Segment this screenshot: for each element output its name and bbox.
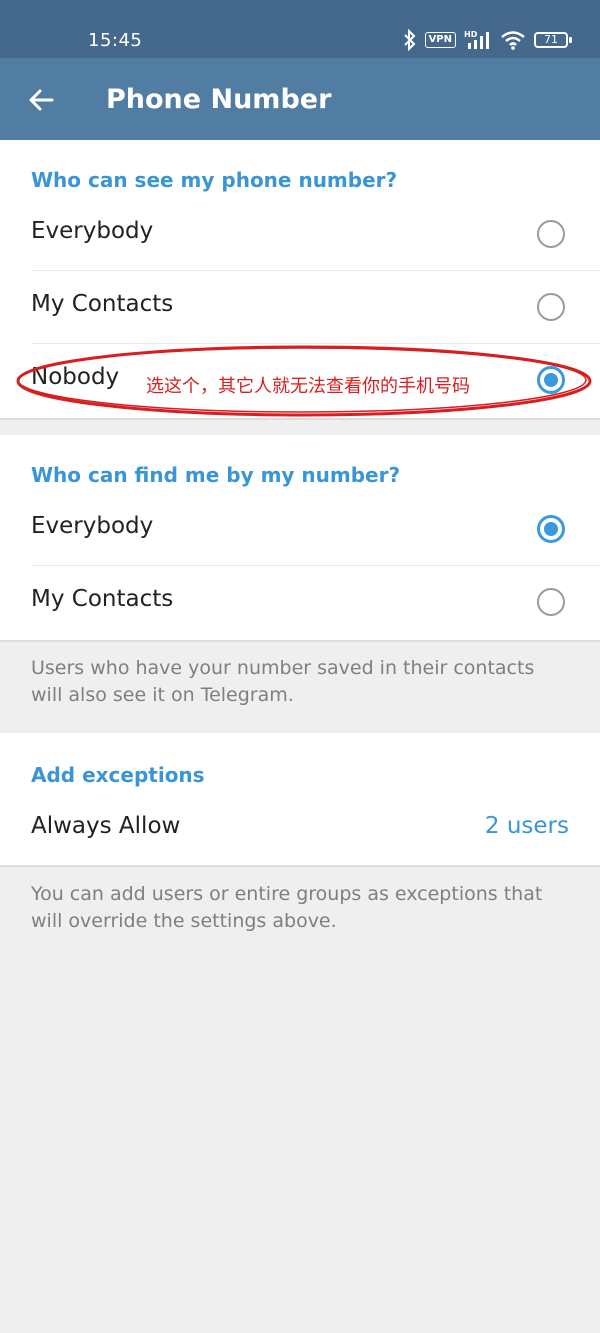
option-label: Everybody: [31, 513, 154, 539]
option-label: My Contacts: [31, 291, 174, 317]
vpn-icon: VPN: [424, 32, 456, 48]
option-label: Everybody: [31, 218, 154, 244]
app-bar: Phone Number: [0, 58, 600, 140]
exceptions-section: Add exceptions Always Allow 2 users: [0, 733, 600, 865]
wifi-icon: [501, 31, 525, 50]
radio-nobody[interactable]: [537, 366, 565, 394]
battery-icon: 71: [534, 32, 572, 48]
status-icons: VPN HD 71: [403, 29, 572, 51]
section-shadow: [0, 418, 600, 420]
hd-signal-icon: HD: [464, 30, 489, 49]
section-shadow: [0, 640, 600, 642]
find-me-note: Users who have your number saved in thei…: [31, 657, 535, 706]
radio-my-contacts[interactable]: [537, 293, 565, 321]
section-shadow: [0, 865, 600, 867]
bluetooth-icon: [403, 29, 415, 51]
find-option-everybody[interactable]: Everybody: [0, 493, 600, 566]
find-me-section: Who can find me by my number? Everybody …: [0, 435, 600, 640]
option-label: My Contacts: [31, 586, 174, 612]
status-bar: 15:45 VPN HD 71: [0, 0, 600, 58]
radio-my-contacts[interactable]: [537, 588, 565, 616]
find-option-my-contacts[interactable]: My Contacts: [0, 566, 600, 639]
see-phone-header: Who can see my phone number?: [31, 168, 398, 192]
always-allow-row[interactable]: Always Allow 2 users: [0, 793, 600, 866]
always-allow-label: Always Allow: [31, 813, 181, 839]
find-me-header: Who can find me by my number?: [31, 463, 401, 487]
see-option-my-contacts[interactable]: My Contacts: [0, 271, 600, 344]
see-option-everybody[interactable]: Everybody: [0, 198, 600, 271]
option-label: Nobody: [31, 364, 120, 390]
exceptions-header: Add exceptions: [31, 763, 205, 787]
exceptions-note: You can add users or entire groups as ex…: [31, 883, 543, 932]
arrow-left-icon: [29, 89, 54, 111]
svg-text:HD: HD: [464, 30, 478, 39]
back-button[interactable]: [22, 80, 62, 120]
page-title: Phone Number: [106, 84, 332, 115]
radio-everybody[interactable]: [537, 515, 565, 543]
status-time: 15:45: [88, 30, 143, 51]
annotation-text: 选这个，其它人就无法查看你的手机号码: [146, 376, 470, 397]
radio-everybody[interactable]: [537, 220, 565, 248]
always-allow-count: 2 users: [484, 813, 569, 839]
